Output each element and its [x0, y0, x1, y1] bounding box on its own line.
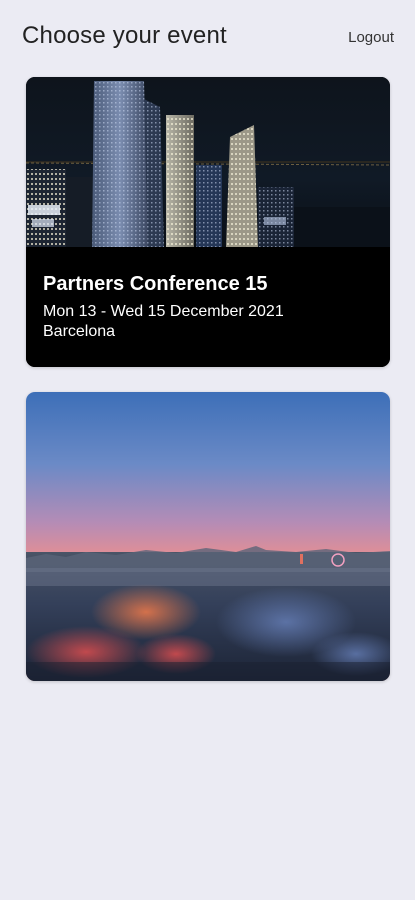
event-image — [26, 392, 390, 681]
event-card[interactable]: Partners Conference 15 Mon 13 - Wed 15 D… — [26, 77, 390, 367]
event-dates: Mon 13 - Wed 15 December 2021 — [43, 303, 284, 320]
event-image — [26, 77, 390, 247]
logout-button[interactable]: Logout — [348, 29, 394, 46]
header: Choose your event Logout — [0, 0, 415, 74]
page-title: Choose your event — [22, 22, 227, 49]
event-info-panel: Partners Conference 15 Mon 13 - Wed 15 D… — [26, 247, 390, 367]
event-title: Partners Conference 15 — [43, 273, 268, 295]
event-location: Barcelona — [43, 323, 116, 340]
event-card[interactable] — [26, 392, 390, 681]
event-chooser-screen: Choose your event Logout Partners Confer… — [0, 0, 415, 900]
